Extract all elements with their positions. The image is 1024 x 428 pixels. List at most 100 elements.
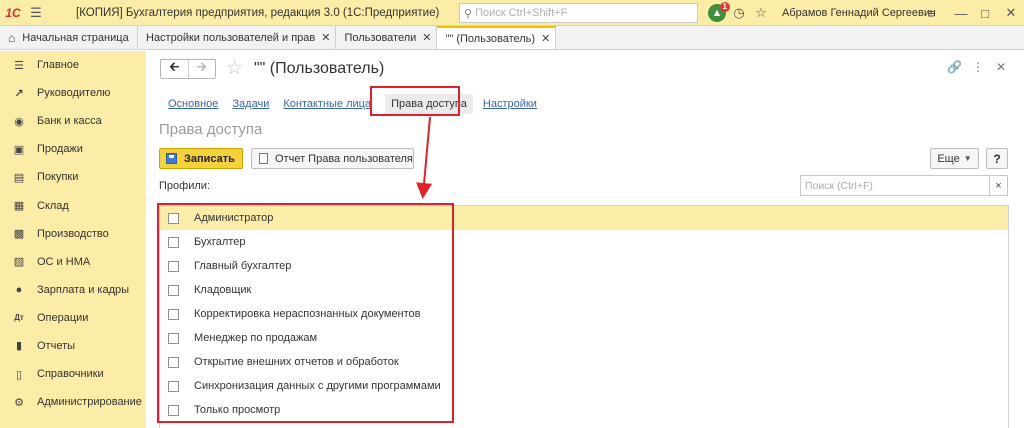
sidebar-item-label: Зарплата и кадры bbox=[37, 283, 130, 296]
coin-icon: ◉ bbox=[14, 115, 24, 128]
sidebar-item-label: Банк и касса bbox=[37, 115, 102, 128]
tab-label: "" (Пользователь) bbox=[445, 32, 536, 45]
sidebar-item-label: Руководителю bbox=[37, 87, 111, 100]
clear-search-icon[interactable]: × bbox=[990, 175, 1008, 196]
global-search-placeholder: Поиск Ctrl+Shift+F bbox=[475, 7, 568, 19]
search-icon: ⚲ bbox=[464, 7, 473, 20]
sidebar-item-bank[interactable]: ◉ Банк и касса bbox=[0, 107, 146, 135]
section-heading: Права доступа bbox=[159, 121, 263, 138]
tab-settings[interactable]: Настройки bbox=[483, 98, 537, 110]
maximize-icon[interactable]: □ bbox=[974, 0, 996, 26]
global-search-input[interactable]: ⚲ Поиск Ctrl+Shift+F bbox=[459, 3, 698, 23]
sidebar-item-label: Продажи bbox=[37, 143, 83, 156]
trend-icon: ↗ bbox=[14, 87, 24, 100]
sidebar-item-label: Администрирование bbox=[37, 396, 142, 409]
forward-arrow-icon[interactable]: 🡲 bbox=[189, 59, 216, 78]
sidebar-item-operations[interactable]: Дт Операции bbox=[0, 304, 146, 332]
report-button-label: Отчет Права пользователя bbox=[275, 152, 413, 165]
menu-icon: ☰ bbox=[14, 59, 24, 72]
user-name[interactable]: Абрамов Геннадий Сергеевич bbox=[782, 7, 936, 19]
notification-badge: 1 bbox=[719, 2, 730, 12]
sidebar-item-administration[interactable]: ⚙ Администрирование bbox=[0, 388, 146, 416]
more-vertical-icon[interactable]: ⋮ bbox=[972, 60, 984, 74]
tab-user-settings[interactable]: Настройки пользователей и прав ✕ bbox=[138, 26, 337, 49]
save-button-label: Записать bbox=[184, 152, 235, 165]
tab-user-form[interactable]: "" (Пользователь) ✕ bbox=[437, 26, 557, 49]
sidebar-item-purchases[interactable]: ▤ Покупки bbox=[0, 163, 146, 191]
save-button[interactable]: Записать bbox=[159, 148, 243, 169]
gear-icon: ⚙ bbox=[14, 396, 24, 409]
profiles-label: Профили: bbox=[159, 180, 210, 192]
sidebar-item-main[interactable]: ☰ Главное bbox=[0, 51, 146, 79]
settings-menu-icon[interactable]: ≡ bbox=[920, 0, 942, 26]
access-rights-highlight bbox=[370, 86, 460, 116]
search-placeholder: Поиск (Ctrl+F) bbox=[805, 179, 873, 192]
chevron-down-icon: ▼ bbox=[963, 154, 972, 163]
navigation-buttons: 🡰 🡲 bbox=[160, 59, 216, 79]
open-tabs-bar: ⌂ Начальная страница Настройки пользоват… bbox=[0, 26, 1024, 50]
sidebar-item-warehouse[interactable]: ▦ Склад bbox=[0, 191, 146, 219]
books-icon: ▯ bbox=[15, 368, 23, 381]
operations-icon: Дт bbox=[14, 313, 24, 323]
sidebar-item-fixed-assets[interactable]: ▨ ОС и НМА bbox=[0, 248, 146, 276]
minimize-icon[interactable]: — bbox=[950, 0, 972, 26]
user-form: 🡰 🡲 ☆ "" (Пользователь) 🔗 ⋮ ✕ Основное З… bbox=[146, 51, 1024, 428]
more-button[interactable]: Еще ▼ bbox=[930, 148, 979, 169]
sidebar-item-catalogs[interactable]: ▯ Справочники bbox=[0, 360, 146, 388]
sidebar-item-salary[interactable]: ● Зарплата и кадры bbox=[0, 276, 146, 304]
sidebar-item-label: Производство bbox=[37, 227, 109, 240]
main-menu-icon[interactable]: ☰ bbox=[26, 0, 46, 26]
tab-home[interactable]: ⌂ Начальная страница bbox=[0, 26, 138, 49]
form-title: "" (Пользователь) bbox=[254, 60, 385, 77]
tab-main[interactable]: Основное bbox=[168, 98, 218, 110]
close-form-icon[interactable]: ✕ bbox=[996, 60, 1006, 74]
person-icon: ● bbox=[15, 283, 23, 296]
bag-icon: ▣ bbox=[13, 143, 25, 156]
history-icon[interactable]: ◷ bbox=[728, 0, 750, 26]
window-title: [КОПИЯ] Бухгалтерия предприятия, редакци… bbox=[76, 6, 440, 19]
bar-chart-icon: ▮ bbox=[15, 340, 23, 353]
sidebar-item-sales[interactable]: ▣ Продажи bbox=[0, 135, 146, 163]
sections-sidebar: ☰ Главное ↗ Руководителю ◉ Банк и касса ▣ Пр… bbox=[0, 51, 146, 428]
sidebar-item-label: Покупки bbox=[37, 171, 79, 184]
warehouse-icon: ▦ bbox=[13, 200, 25, 213]
home-icon: ⌂ bbox=[8, 30, 16, 45]
sidebar-item-label: Главное bbox=[37, 59, 80, 72]
close-tab-icon[interactable]: ✕ bbox=[321, 31, 330, 44]
sidebar-item-label: ОС и НМА bbox=[37, 255, 91, 268]
tab-tasks[interactable]: Задачи bbox=[232, 98, 269, 110]
section-tabs: Основное Задачи Контактные лица Права до… bbox=[168, 94, 551, 114]
user-rights-report-button[interactable]: Отчет Права пользователя bbox=[251, 148, 414, 169]
more-button-label: Еще bbox=[937, 152, 960, 165]
profiles-highlight bbox=[157, 203, 454, 423]
help-button[interactable]: ? bbox=[986, 148, 1008, 169]
favorite-star-icon[interactable]: ☆ bbox=[226, 57, 243, 80]
profiles-search-input[interactable]: Поиск (Ctrl+F) bbox=[800, 175, 990, 196]
factory-icon: ▩ bbox=[13, 228, 25, 241]
sidebar-item-production[interactable]: ▩ Производство bbox=[0, 220, 146, 248]
title-bar: 1С ☰ [КОПИЯ] Бухгалтерия предприятия, ре… bbox=[0, 0, 1024, 26]
close-tab-icon[interactable]: ✕ bbox=[541, 32, 550, 45]
tab-label: Настройки пользователей и прав bbox=[146, 31, 316, 44]
sidebar-item-reports[interactable]: ▮ Отчеты bbox=[0, 332, 146, 360]
sidebar-item-label: Отчеты bbox=[37, 339, 76, 352]
close-window-icon[interactable]: ✕ bbox=[1000, 0, 1022, 26]
cart-icon: ▤ bbox=[13, 171, 25, 184]
sidebar-item-label: Склад bbox=[37, 199, 69, 212]
report-icon bbox=[259, 153, 268, 164]
close-tab-icon[interactable]: ✕ bbox=[422, 31, 431, 44]
tab-home-label: Начальная страница bbox=[22, 31, 129, 44]
back-arrow-icon[interactable]: 🡰 bbox=[161, 59, 189, 78]
favorites-star-icon[interactable]: ☆ bbox=[750, 0, 772, 26]
tab-users[interactable]: Пользователи ✕ bbox=[336, 26, 438, 49]
notifications-button[interactable]: ▲ 1 bbox=[706, 2, 730, 24]
sidebar-item-label: Справочники bbox=[37, 368, 104, 381]
tab-label: Пользователи bbox=[344, 31, 417, 44]
tab-contacts[interactable]: Контактные лица bbox=[283, 98, 371, 110]
app-logo-icon[interactable]: 1С bbox=[0, 0, 26, 26]
sidebar-item-label: Операции bbox=[37, 311, 89, 324]
link-icon[interactable]: 🔗 bbox=[947, 60, 962, 74]
save-disk-icon bbox=[166, 153, 177, 164]
truck-icon: ▨ bbox=[13, 256, 25, 269]
sidebar-item-manager[interactable]: ↗ Руководителю bbox=[0, 79, 146, 107]
